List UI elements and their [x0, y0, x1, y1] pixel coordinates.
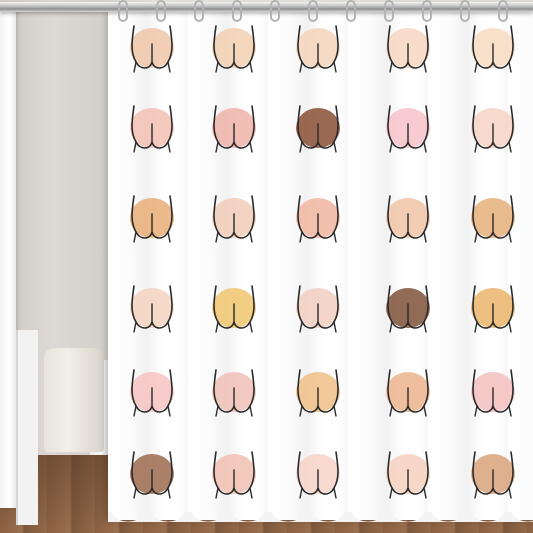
figure-drawing: [471, 369, 515, 417]
curtain-ring: [270, 0, 280, 22]
bathtub-edge: [16, 330, 38, 525]
curtain-ring: [460, 0, 470, 22]
figure-drawing: [471, 285, 515, 333]
curtain-hem: [108, 512, 533, 522]
pattern-figure: [204, 98, 264, 158]
figure-drawing: [471, 25, 515, 73]
pattern-figure: [463, 444, 523, 504]
curtain-ring: [156, 0, 166, 22]
pattern-figure: [122, 188, 182, 248]
curtain-left-edge: [0, 8, 16, 508]
pattern-figure: [204, 18, 264, 78]
pattern-figure: [204, 278, 264, 338]
pattern-figure: [463, 362, 523, 422]
pattern-figure: [288, 362, 348, 422]
curtain-ring: [498, 0, 508, 22]
figure-drawing: [296, 25, 340, 73]
pattern-figure: [204, 188, 264, 248]
pattern-figure: [463, 278, 523, 338]
figure-drawing: [212, 369, 256, 417]
pattern-figure: [378, 278, 438, 338]
pattern-figure: [463, 18, 523, 78]
curtain-ring: [308, 0, 318, 22]
figure-drawing: [212, 25, 256, 73]
pattern-figure: [204, 444, 264, 504]
figure-drawing: [471, 195, 515, 243]
pattern-figure: [122, 444, 182, 504]
figure-drawing: [130, 369, 174, 417]
figure-drawing: [386, 195, 430, 243]
figure-drawing: [296, 369, 340, 417]
towel: [44, 348, 104, 452]
pattern-figure: [463, 188, 523, 248]
curtain-pattern: [108, 12, 533, 520]
pattern-figure: [288, 98, 348, 158]
pattern-figure: [122, 362, 182, 422]
figure-drawing: [296, 105, 340, 153]
bathroom-scene: [0, 0, 533, 533]
pattern-figure: [463, 98, 523, 158]
figure-drawing: [386, 285, 430, 333]
figure-drawing: [212, 195, 256, 243]
figure-drawing: [296, 451, 340, 499]
curtain-ring: [384, 0, 394, 22]
curtain-ring: [422, 0, 432, 22]
pattern-figure: [288, 278, 348, 338]
figure-drawing: [386, 369, 430, 417]
curtain-ring: [232, 0, 242, 22]
figure-drawing: [386, 25, 430, 73]
curtain-ring: [194, 0, 204, 22]
curtain-rod: [0, 2, 533, 12]
figure-drawing: [386, 451, 430, 499]
pattern-figure: [378, 362, 438, 422]
figure-drawing: [130, 285, 174, 333]
shower-curtain: [108, 12, 533, 520]
figure-drawing: [130, 105, 174, 153]
figure-drawing: [471, 105, 515, 153]
pattern-figure: [378, 98, 438, 158]
figure-drawing: [212, 451, 256, 499]
figure-drawing: [130, 195, 174, 243]
figure-drawing: [130, 451, 174, 499]
pattern-figure: [122, 278, 182, 338]
pattern-figure: [378, 188, 438, 248]
figure-drawing: [212, 285, 256, 333]
pattern-figure: [288, 188, 348, 248]
figure-drawing: [471, 451, 515, 499]
curtain-ring: [118, 0, 128, 22]
figure-drawing: [212, 105, 256, 153]
pattern-figure: [288, 444, 348, 504]
pattern-figure: [378, 18, 438, 78]
pattern-figure: [288, 18, 348, 78]
figure-drawing: [296, 195, 340, 243]
figure-drawing: [386, 105, 430, 153]
pattern-figure: [122, 98, 182, 158]
curtain-ring: [346, 0, 356, 22]
pattern-figure: [122, 18, 182, 78]
pattern-figure: [378, 444, 438, 504]
figure-drawing: [130, 25, 174, 73]
pattern-figure: [204, 362, 264, 422]
figure-drawing: [296, 285, 340, 333]
